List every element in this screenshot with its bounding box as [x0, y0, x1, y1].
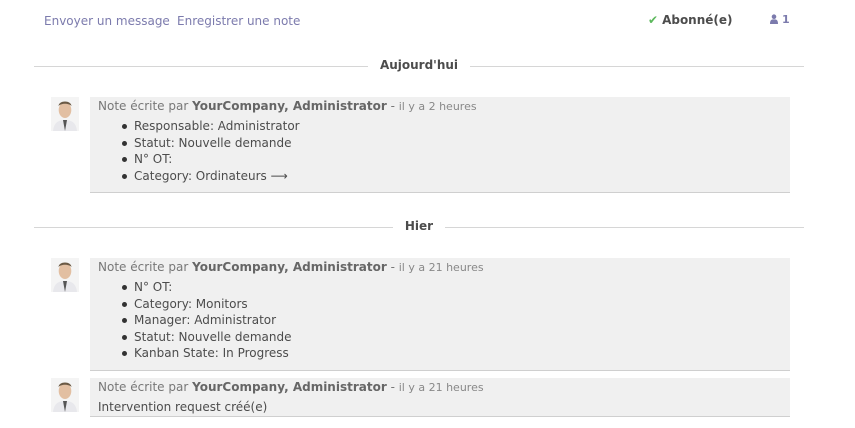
- message-header: Note écrite par YourCompany, Administrat…: [98, 260, 484, 274]
- message-card: Note écrite par YourCompany, Administrat…: [90, 378, 790, 417]
- message-header: Note écrite par YourCompany, Administrat…: [98, 99, 477, 113]
- log-note-link[interactable]: Enregistrer une note: [177, 14, 300, 28]
- tracking-item: N° OT:: [116, 151, 300, 168]
- user-icon: [770, 14, 778, 24]
- date-label: Aujourd'hui: [367, 58, 471, 72]
- avatar[interactable]: [51, 258, 79, 292]
- date-separator: Hier: [34, 218, 804, 238]
- message-time: il y a 21 heures: [398, 261, 484, 274]
- tracking-list: N° OT: Category: Monitors Manager: Admin…: [116, 279, 291, 362]
- date-separator: Aujourd'hui: [34, 57, 804, 77]
- author-link[interactable]: YourCompany, Administrator: [192, 99, 387, 113]
- message-time: il y a 21 heures: [398, 381, 484, 394]
- tracking-item: Statut: Nouvelle demande: [116, 329, 291, 346]
- tracking-item: N° OT:: [116, 279, 291, 296]
- header-sep: -: [386, 99, 399, 113]
- tracking-item: Responsable: Administrator: [116, 118, 300, 135]
- tracking-item: Category: Monitors: [116, 296, 291, 313]
- follow-label: Abonné(e): [662, 13, 733, 27]
- tracking-item: Category: Ordinateurs ⟶: [116, 168, 300, 185]
- tracking-item: Manager: Administrator: [116, 312, 291, 329]
- followers-button[interactable]: 1: [770, 13, 790, 26]
- send-message-link[interactable]: Envoyer un message: [44, 14, 170, 28]
- header-sep: -: [386, 380, 399, 394]
- date-label: Hier: [392, 219, 446, 233]
- message-header: Note écrite par YourCompany, Administrat…: [98, 380, 484, 394]
- chatter-topbar: Envoyer un message Enregistrer une note …: [0, 0, 855, 40]
- message-time: il y a 2 heures: [398, 100, 477, 113]
- message-prefix: Note écrite par: [98, 99, 189, 113]
- message-prefix: Note écrite par: [98, 260, 189, 274]
- check-icon: ✔: [648, 13, 659, 27]
- header-sep: -: [386, 260, 399, 274]
- tracking-item: Kanban State: In Progress: [116, 345, 291, 362]
- message-prefix: Note écrite par: [98, 380, 189, 394]
- author-link[interactable]: YourCompany, Administrator: [192, 380, 387, 394]
- followers-count: 1: [782, 13, 790, 26]
- avatar[interactable]: [51, 378, 79, 412]
- tracking-item: Statut: Nouvelle demande: [116, 135, 300, 152]
- message-card: Note écrite par YourCompany, Administrat…: [90, 97, 790, 193]
- author-link[interactable]: YourCompany, Administrator: [192, 260, 387, 274]
- tracking-list: Responsable: Administrator Statut: Nouve…: [116, 118, 300, 184]
- follow-toggle-button[interactable]: ✔ Abonné(e): [648, 13, 733, 27]
- avatar[interactable]: [51, 97, 79, 131]
- message-card: Note écrite par YourCompany, Administrat…: [90, 258, 790, 371]
- message-body: Intervention request créé(e): [98, 400, 268, 414]
